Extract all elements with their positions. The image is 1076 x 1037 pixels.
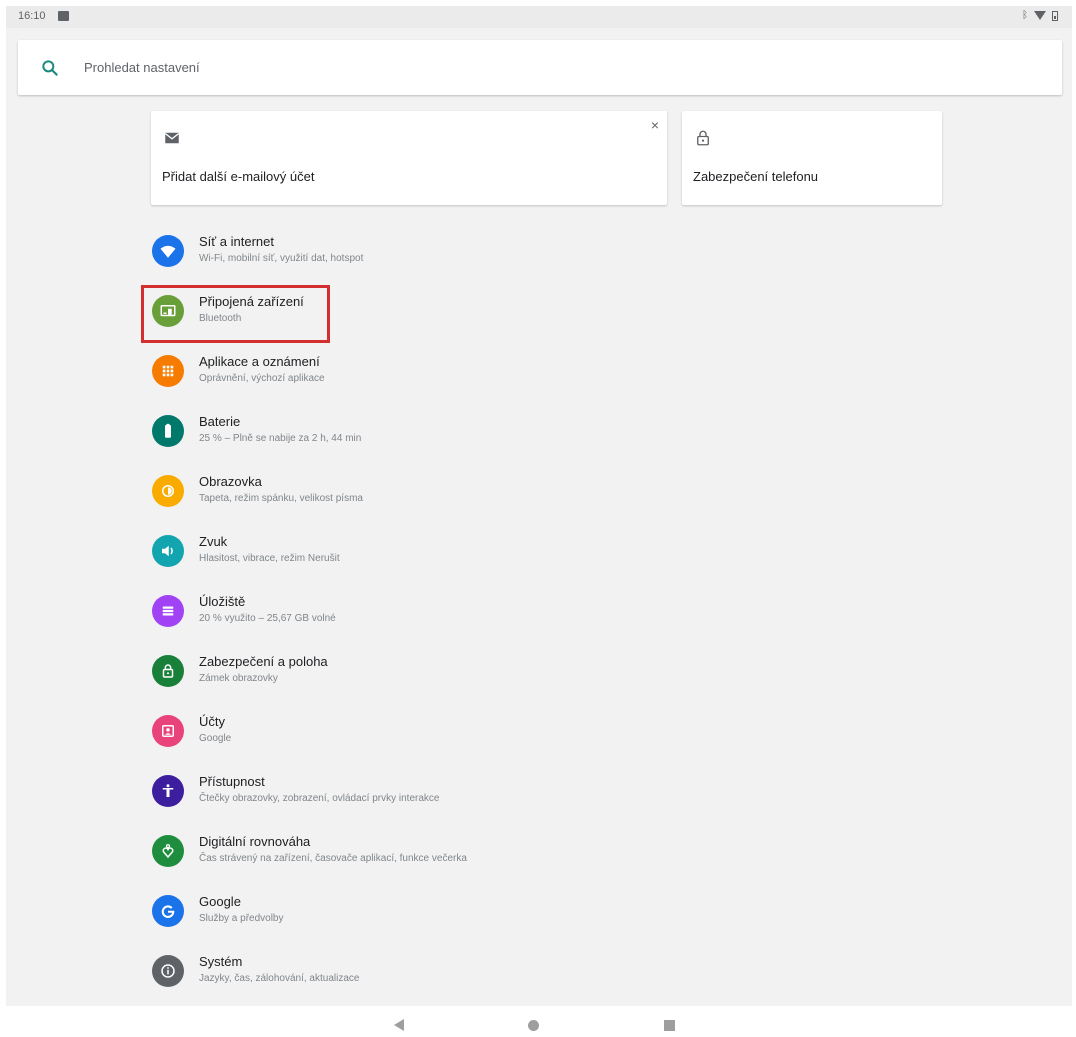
account-icon — [152, 715, 184, 747]
storage-icon — [152, 595, 184, 627]
wifi-icon — [152, 235, 184, 267]
settings-item-system[interactable]: Systém Jazyky, čas, zálohování, aktualiz… — [146, 941, 846, 997]
suggestion-card-security[interactable]: Zabezpečení telefonu — [682, 111, 942, 205]
settings-item-title: Aplikace a oznámení — [199, 354, 320, 369]
status-time: 16:10 — [18, 10, 46, 22]
settings-item-digital-wellbeing[interactable]: Digitální rovnováha Čas strávený na zaří… — [146, 821, 846, 877]
search-icon — [42, 60, 58, 76]
settings-item-subtitle: Jazyky, čas, zálohování, aktualizace — [199, 973, 360, 984]
settings-item-accessibility[interactable]: Přístupnost Čtečky obrazovky, zobrazení,… — [146, 761, 846, 817]
settings-item-subtitle: Zámek obrazovky — [199, 673, 278, 684]
suggestion-label: Přidat další e-mailový účet — [162, 169, 315, 184]
apps-icon — [152, 355, 184, 387]
settings-item-title: Úložiště — [199, 594, 246, 609]
settings-item-title: Přístupnost — [199, 774, 265, 789]
lock-icon — [697, 130, 709, 146]
settings-item-title: Zabezpečení a poloha — [199, 654, 328, 669]
settings-item-subtitle: Čas strávený na zařízení, časovače aplik… — [199, 853, 467, 864]
settings-item-subtitle: Tapeta, režim spánku, velikost písma — [199, 493, 363, 504]
settings-item-subtitle: 25 % – Plně se nabije za 2 h, 44 min — [199, 433, 362, 444]
status-bar: 16:10 ᛒ — [6, 6, 1072, 28]
suggestion-card-email[interactable]: Přidat další e-mailový účet × — [151, 111, 667, 205]
status-icons: ᛒ — [1022, 10, 1058, 21]
settings-item-title: Účty — [199, 714, 225, 729]
settings-item-title: Digitální rovnováha — [199, 834, 311, 849]
notification-icon — [58, 11, 69, 21]
google-icon — [152, 895, 184, 927]
settings-item-google[interactable]: Google Služby a předvolby — [146, 881, 846, 937]
lock-icon — [152, 655, 184, 687]
settings-item-subtitle: Oprávnění, výchozí aplikace — [199, 373, 325, 384]
settings-item-sound[interactable]: Zvuk Hlasitost, vibrace, režim Nerušit — [146, 521, 846, 577]
settings-item-display[interactable]: Obrazovka Tapeta, režim spánku, velikost… — [146, 461, 846, 517]
close-icon[interactable]: × — [651, 117, 659, 133]
sound-icon — [152, 535, 184, 567]
wifi-status-icon — [1034, 11, 1046, 20]
connected-devices-icon — [152, 295, 184, 327]
settings-item-title: Připojená zařízení — [199, 294, 304, 309]
search-bar[interactable]: Prohledat nastavení — [18, 40, 1062, 95]
settings-item-title: Baterie — [199, 414, 241, 429]
bluetooth-icon: ᛒ — [1022, 10, 1028, 21]
back-icon[interactable] — [394, 1019, 404, 1031]
info-icon — [152, 955, 184, 987]
search-input[interactable]: Prohledat nastavení — [84, 60, 200, 75]
settings-item-network[interactable]: Síť a internet Wi-Fi, mobilní síť, využi… — [146, 221, 846, 277]
settings-item-title: Google — [199, 894, 241, 909]
settings-item-title: Obrazovka — [199, 474, 262, 489]
navigation-bar — [0, 1006, 1076, 1037]
battery-status-icon — [1052, 10, 1058, 21]
suggestion-label: Zabezpečení telefonu — [693, 169, 819, 184]
settings-item-subtitle: 20 % využito – 25,67 GB volné — [199, 613, 336, 624]
settings-item-storage[interactable]: Úložiště 20 % využito – 25,67 GB volné — [146, 581, 846, 637]
settings-item-title: Systém — [199, 954, 243, 969]
settings-item-title: Zvuk — [199, 534, 228, 549]
settings-item-subtitle: Služby a předvolby — [199, 913, 284, 924]
recents-icon[interactable] — [664, 1020, 675, 1031]
settings-item-subtitle: Google — [199, 733, 232, 744]
settings-item-security[interactable]: Zabezpečení a poloha Zámek obrazovky — [146, 641, 846, 697]
email-icon — [164, 132, 180, 144]
home-icon[interactable] — [528, 1020, 539, 1031]
settings-item-subtitle: Bluetooth — [199, 313, 242, 324]
wellbeing-icon — [152, 835, 184, 867]
settings-item-accounts[interactable]: Účty Google — [146, 701, 846, 757]
accessibility-icon — [152, 775, 184, 807]
settings-item-subtitle: Čtečky obrazovky, zobrazení, ovládací pr… — [199, 793, 440, 804]
display-icon — [152, 475, 184, 507]
settings-screen: 16:10 ᛒ Prohledat nastavení Přidat další… — [6, 6, 1072, 1006]
settings-item-subtitle: Wi-Fi, mobilní síť, využití dat, hotspot — [199, 253, 364, 264]
settings-item-subtitle: Hlasitost, vibrace, režim Nerušit — [199, 553, 340, 564]
settings-item-title: Síť a internet — [199, 234, 274, 249]
settings-item-connected-devices[interactable]: Připojená zařízení Bluetooth — [146, 281, 846, 337]
settings-item-battery[interactable]: Baterie 25 % – Plně se nabije za 2 h, 44… — [146, 401, 846, 457]
settings-item-apps[interactable]: Aplikace a oznámení Oprávnění, výchozí a… — [146, 341, 846, 397]
battery-icon — [152, 415, 184, 447]
